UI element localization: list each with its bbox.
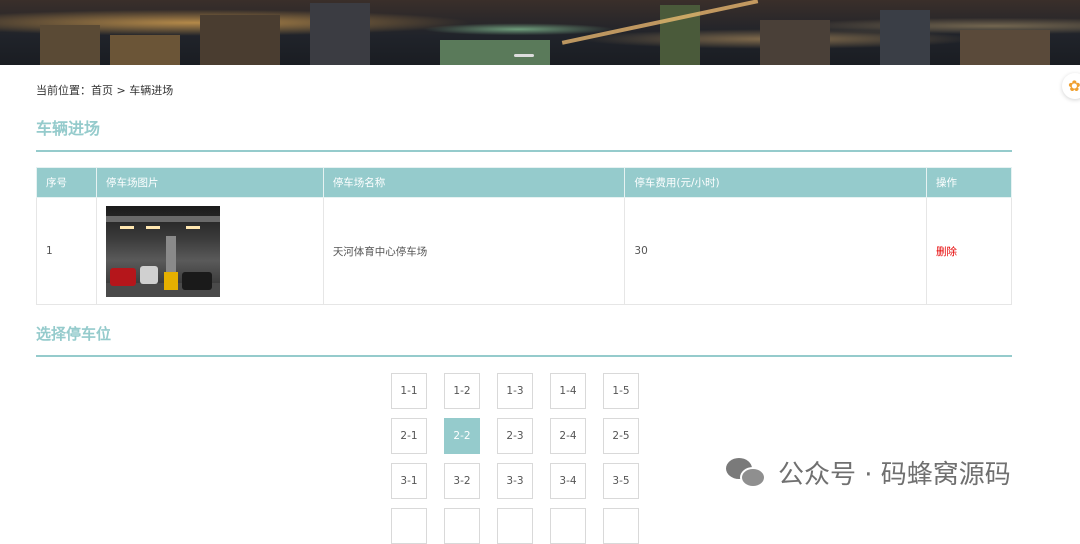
parking-spot[interactable]: 3-5 [603, 463, 639, 499]
row-fee: 30 [624, 197, 928, 305]
parking-spot[interactable] [550, 508, 586, 544]
row-action-cell: 删除 [926, 197, 1012, 305]
parking-lot-table: 序号 停车场图片 停车场名称 停车费用(元/小时) 操作 1 天河体育中心停车场… [36, 167, 1012, 305]
header-index: 序号 [36, 167, 97, 198]
header-action: 操作 [926, 167, 1012, 198]
parking-spot[interactable]: 3-3 [497, 463, 533, 499]
breadcrumb-current: 车辆进场 [129, 84, 174, 97]
parking-spot[interactable]: 1-5 [603, 373, 639, 409]
parking-spot[interactable]: 1-3 [497, 373, 533, 409]
header-image: 停车场图片 [95, 167, 324, 198]
parking-spot[interactable]: 1-2 [444, 373, 480, 409]
breadcrumb-label: 当前位置： [36, 84, 91, 97]
city-banner-image [0, 0, 1080, 65]
parking-spot[interactable]: 3-4 [550, 463, 586, 499]
parking-spot[interactable]: 3-1 [391, 463, 427, 499]
parking-spot[interactable] [603, 508, 639, 544]
header-name: 停车场名称 [322, 167, 626, 198]
table-header-row: 序号 停车场图片 停车场名称 停车费用(元/小时) 操作 [36, 167, 1012, 198]
parking-spot[interactable]: 2-4 [550, 418, 586, 454]
breadcrumb-separator: > [113, 84, 130, 97]
wechat-icon [726, 454, 768, 490]
title-divider [36, 150, 1012, 152]
page-title: 车辆进场 [36, 119, 101, 138]
parking-spot[interactable] [497, 508, 533, 544]
watermark-text: 公众号 · 码蜂窝源码 [778, 459, 1011, 490]
row-name: 天河体育中心停车场 [322, 197, 626, 305]
carousel-indicator[interactable] [514, 54, 534, 57]
parking-lot-photo [105, 205, 220, 297]
watermark: 公众号 · 码蜂窝源码 [726, 452, 1011, 492]
parking-spot[interactable]: 1-4 [550, 373, 586, 409]
delete-link[interactable]: 删除 [936, 246, 957, 258]
row-index: 1 [36, 197, 97, 305]
parking-spot[interactable]: 3-2 [444, 463, 480, 499]
parking-spot[interactable]: 2-3 [497, 418, 533, 454]
parking-spot[interactable] [391, 508, 427, 544]
parking-spot[interactable]: 1-1 [391, 373, 427, 409]
parking-spot[interactable]: 2-1 [391, 418, 427, 454]
parking-spot-selected[interactable]: 2-2 [444, 418, 480, 454]
table-row: 1 天河体育中心停车场 30 删除 [36, 197, 1012, 305]
breadcrumb-home-link[interactable]: 首页 [91, 84, 113, 97]
breadcrumb: 当前位置：首页 > 车辆进场 [36, 82, 173, 98]
flower-icon[interactable]: ✿ [1062, 73, 1080, 99]
row-image-cell [95, 197, 324, 305]
section-title-select-spot: 选择停车位 [36, 325, 112, 343]
section-divider [36, 355, 1012, 357]
parking-spot[interactable] [444, 508, 480, 544]
header-fee: 停车费用(元/小时) [624, 167, 928, 198]
parking-spot[interactable]: 2-5 [603, 418, 639, 454]
